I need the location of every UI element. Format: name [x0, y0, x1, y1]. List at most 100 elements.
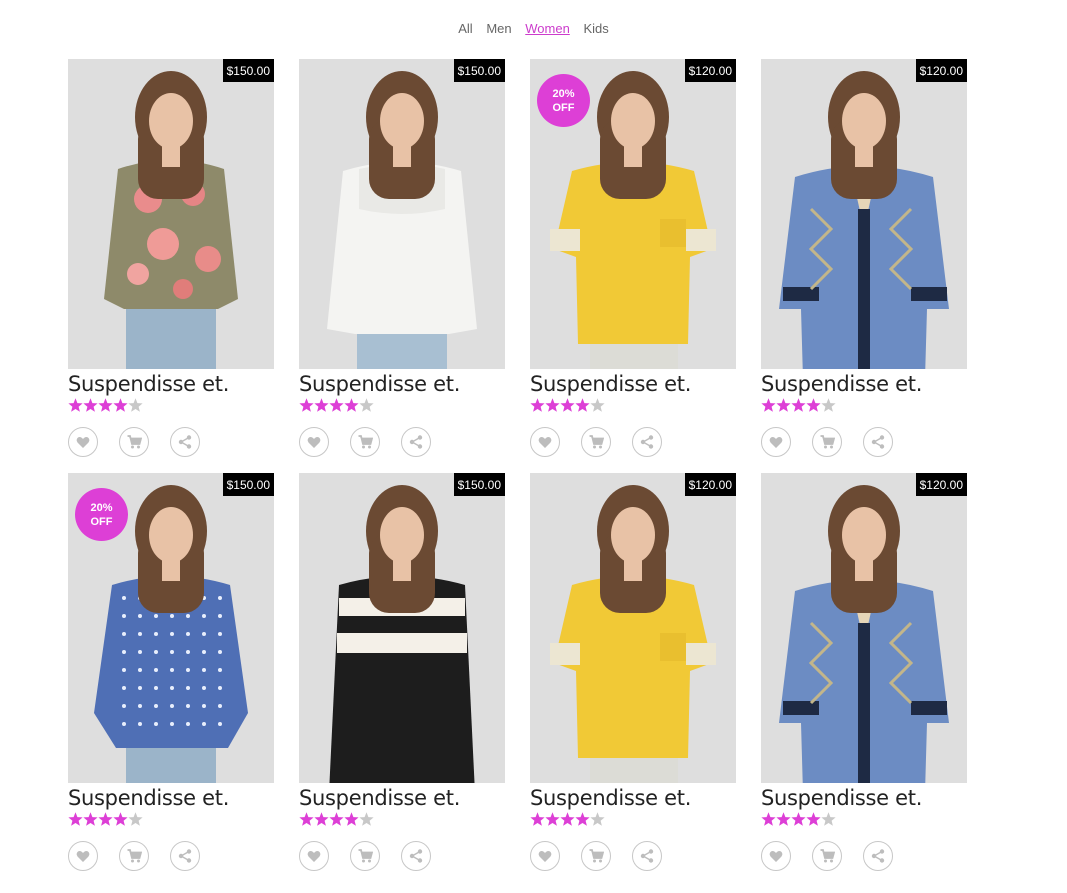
wishlist-button[interactable]: [299, 841, 329, 871]
share-button[interactable]: [401, 841, 431, 871]
heart-icon: [769, 436, 783, 449]
product-card[interactable]: $120.00 Suspendisse et.: [530, 473, 736, 871]
sale-off: OFF: [90, 515, 113, 528]
product-card[interactable]: $150.00 Suspendisse et.: [299, 473, 505, 871]
product-title[interactable]: Suspendisse et.: [761, 786, 967, 810]
category-filter: All Men Women Kids: [0, 21, 1067, 36]
heart-icon: [307, 436, 321, 449]
star-icon: [806, 398, 821, 412]
star-icon: [113, 398, 128, 412]
filter-men[interactable]: Men: [486, 21, 511, 36]
share-button[interactable]: [170, 841, 200, 871]
star-icon: [545, 812, 560, 826]
product-image[interactable]: $120.00 20% OFF: [530, 59, 736, 369]
add-to-cart-button[interactable]: [581, 841, 611, 871]
share-icon: [640, 435, 654, 449]
product-title[interactable]: Suspendisse et.: [530, 372, 736, 396]
product-card[interactable]: $120.00 Suspendisse et.: [761, 59, 967, 457]
star-icon: [821, 812, 836, 826]
star-rating: [530, 811, 736, 831]
wishlist-button[interactable]: [68, 841, 98, 871]
wishlist-button[interactable]: [530, 427, 560, 457]
star-icon: [776, 812, 791, 826]
product-actions: [299, 427, 505, 457]
star-icon: [575, 398, 590, 412]
product-title[interactable]: Suspendisse et.: [761, 372, 967, 396]
share-button[interactable]: [863, 427, 893, 457]
star-icon: [761, 812, 776, 826]
wishlist-button[interactable]: [761, 841, 791, 871]
product-title[interactable]: Suspendisse et.: [68, 372, 274, 396]
wishlist-button[interactable]: [530, 841, 560, 871]
filter-women[interactable]: Women: [525, 21, 570, 36]
product-actions: [761, 841, 967, 871]
product-card[interactable]: $150.00 Suspendisse et.: [68, 59, 274, 457]
star-icon: [530, 812, 545, 826]
add-to-cart-button[interactable]: [812, 841, 842, 871]
star-icon: [128, 398, 143, 412]
star-icon: [68, 812, 83, 826]
star-icon: [98, 398, 113, 412]
product-title[interactable]: Suspendisse et.: [299, 786, 505, 810]
product-actions: [68, 427, 274, 457]
share-icon: [409, 435, 423, 449]
add-to-cart-button[interactable]: [350, 841, 380, 871]
add-to-cart-button[interactable]: [812, 427, 842, 457]
product-image[interactable]: $150.00: [299, 473, 505, 783]
product-image[interactable]: $120.00: [761, 473, 967, 783]
cart-icon: [358, 849, 373, 863]
price-tag: $150.00: [453, 473, 505, 496]
product-title[interactable]: Suspendisse et.: [299, 372, 505, 396]
price-tag: $120.00: [684, 473, 736, 496]
sale-badge: 20% OFF: [537, 74, 590, 127]
star-icon: [560, 398, 575, 412]
product-card[interactable]: $150.00 20% OFF Suspendisse et.: [68, 473, 274, 871]
star-icon: [359, 398, 374, 412]
product-card[interactable]: $150.00 Suspendisse et.: [299, 59, 505, 457]
share-icon: [871, 435, 885, 449]
product-card[interactable]: $120.00 Suspendisse et.: [761, 473, 967, 871]
share-button[interactable]: [401, 427, 431, 457]
wishlist-button[interactable]: [761, 427, 791, 457]
product-actions: [68, 841, 274, 871]
filter-all[interactable]: All: [458, 21, 472, 36]
product-image[interactable]: $150.00: [68, 59, 274, 369]
product-image[interactable]: $150.00 20% OFF: [68, 473, 274, 783]
filter-kids[interactable]: Kids: [583, 21, 608, 36]
star-icon: [791, 398, 806, 412]
cart-icon: [127, 849, 142, 863]
product-card[interactable]: $120.00 20% OFF Suspendisse et.: [530, 59, 736, 457]
add-to-cart-button[interactable]: [581, 427, 611, 457]
star-icon: [68, 398, 83, 412]
star-icon: [98, 812, 113, 826]
star-icon: [113, 812, 128, 826]
star-icon: [821, 398, 836, 412]
share-icon: [409, 849, 423, 863]
add-to-cart-button[interactable]: [119, 841, 149, 871]
star-icon: [344, 812, 359, 826]
sale-percent: 20%: [552, 87, 575, 100]
star-icon: [344, 398, 359, 412]
share-icon: [871, 849, 885, 863]
product-image[interactable]: $120.00: [761, 59, 967, 369]
star-icon: [314, 812, 329, 826]
heart-icon: [538, 436, 552, 449]
product-title[interactable]: Suspendisse et.: [530, 786, 736, 810]
product-title[interactable]: Suspendisse et.: [68, 786, 274, 810]
product-image[interactable]: $150.00: [299, 59, 505, 369]
star-icon: [299, 398, 314, 412]
share-button[interactable]: [632, 427, 662, 457]
share-button[interactable]: [863, 841, 893, 871]
cart-icon: [358, 435, 373, 449]
product-image[interactable]: $120.00: [530, 473, 736, 783]
star-icon: [359, 812, 374, 826]
add-to-cart-button[interactable]: [350, 427, 380, 457]
wishlist-button[interactable]: [68, 427, 98, 457]
cart-icon: [820, 849, 835, 863]
share-button[interactable]: [170, 427, 200, 457]
heart-icon: [769, 850, 783, 863]
share-button[interactable]: [632, 841, 662, 871]
price-tag: $120.00: [915, 473, 967, 496]
wishlist-button[interactable]: [299, 427, 329, 457]
add-to-cart-button[interactable]: [119, 427, 149, 457]
